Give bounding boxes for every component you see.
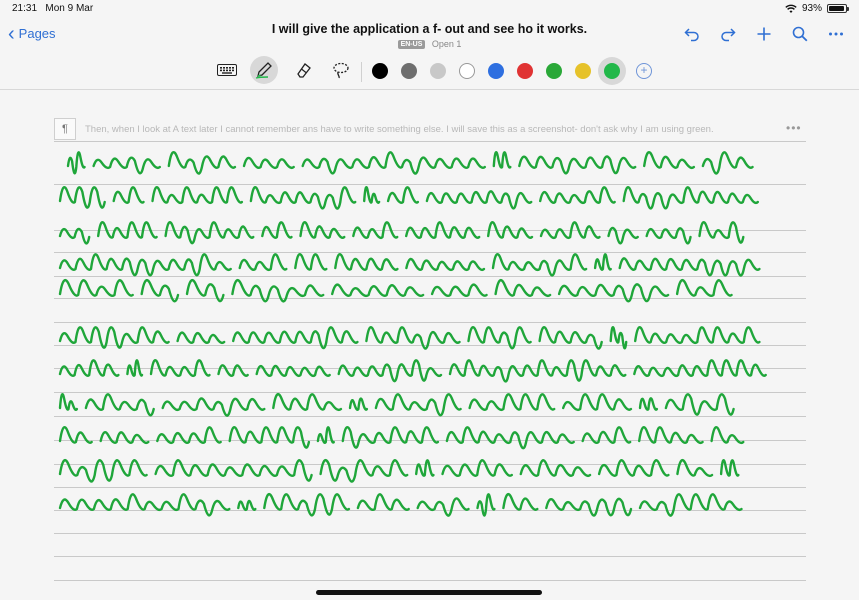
tool-palette: + [0, 56, 859, 88]
ruled-line [54, 230, 806, 231]
conversion-preview[interactable]: Then, when I look at A text later I cann… [85, 124, 714, 135]
keyboard-tool[interactable] [213, 56, 241, 84]
language-badge[interactable]: EN-US [397, 40, 426, 49]
add-button[interactable] [755, 26, 773, 47]
redo-button[interactable] [719, 26, 737, 47]
paragraph-marker[interactable]: ¶ [54, 118, 76, 140]
redo-icon [721, 28, 736, 42]
ruled-line [54, 184, 806, 185]
ruled-line [54, 556, 806, 557]
status-date: Mon 9 Mar [45, 3, 94, 14]
ruled-line [54, 392, 806, 393]
ruled-line [54, 322, 806, 323]
color-swatch[interactable] [372, 63, 388, 79]
color-swatch[interactable] [604, 63, 620, 79]
search-button[interactable] [791, 26, 809, 47]
eraser-tool[interactable] [289, 56, 317, 84]
color-swatch[interactable] [517, 63, 533, 79]
undo-icon [684, 28, 699, 42]
ruled-line [54, 252, 806, 253]
ruled-line [54, 487, 806, 488]
color-swatch[interactable] [430, 63, 446, 79]
battery-level [829, 6, 844, 11]
ruled-line [54, 141, 806, 142]
color-swatch[interactable] [488, 63, 504, 79]
ruled-line [54, 510, 806, 511]
navigation-bar: ‹ Pages I will give the application a f-… [0, 18, 859, 56]
conversion-more-button[interactable]: ••• [786, 121, 802, 135]
undo-button[interactable] [683, 26, 701, 47]
more-button[interactable] [827, 26, 845, 47]
color-swatch[interactable] [401, 63, 417, 79]
keyboard-icon [217, 64, 237, 76]
ruled-line [54, 345, 806, 346]
color-swatch[interactable] [575, 63, 591, 79]
ruled-line [54, 298, 806, 299]
home-indicator[interactable] [316, 590, 542, 595]
color-swatch[interactable] [546, 63, 562, 79]
lasso-icon [333, 62, 349, 79]
status-bar: 21:31 Mon 9 Mar 93% [0, 0, 859, 18]
color-swatch[interactable] [459, 63, 475, 79]
wifi-icon [785, 4, 797, 13]
eraser-icon [297, 63, 311, 78]
ruled-line [54, 440, 806, 441]
ellipsis-icon [829, 32, 843, 36]
toolbar-divider [361, 62, 362, 82]
plus-icon [757, 27, 771, 41]
battery-icon [827, 4, 849, 13]
pen-icon [255, 62, 272, 79]
ruled-line [54, 580, 806, 581]
status-time: 21:31 [12, 3, 38, 14]
add-color-button[interactable]: + [636, 63, 652, 79]
ruled-line [54, 464, 806, 465]
open-count[interactable]: Open 1 [432, 39, 462, 49]
ruled-line [54, 416, 806, 417]
ruled-line [54, 368, 806, 369]
ruled-line [54, 276, 806, 277]
battery-percentage: 93% [801, 3, 822, 14]
search-icon [792, 26, 808, 42]
lasso-tool[interactable] [327, 56, 355, 84]
ruled-line [54, 533, 806, 534]
pen-tool[interactable] [250, 56, 278, 84]
nav-actions [683, 26, 845, 47]
